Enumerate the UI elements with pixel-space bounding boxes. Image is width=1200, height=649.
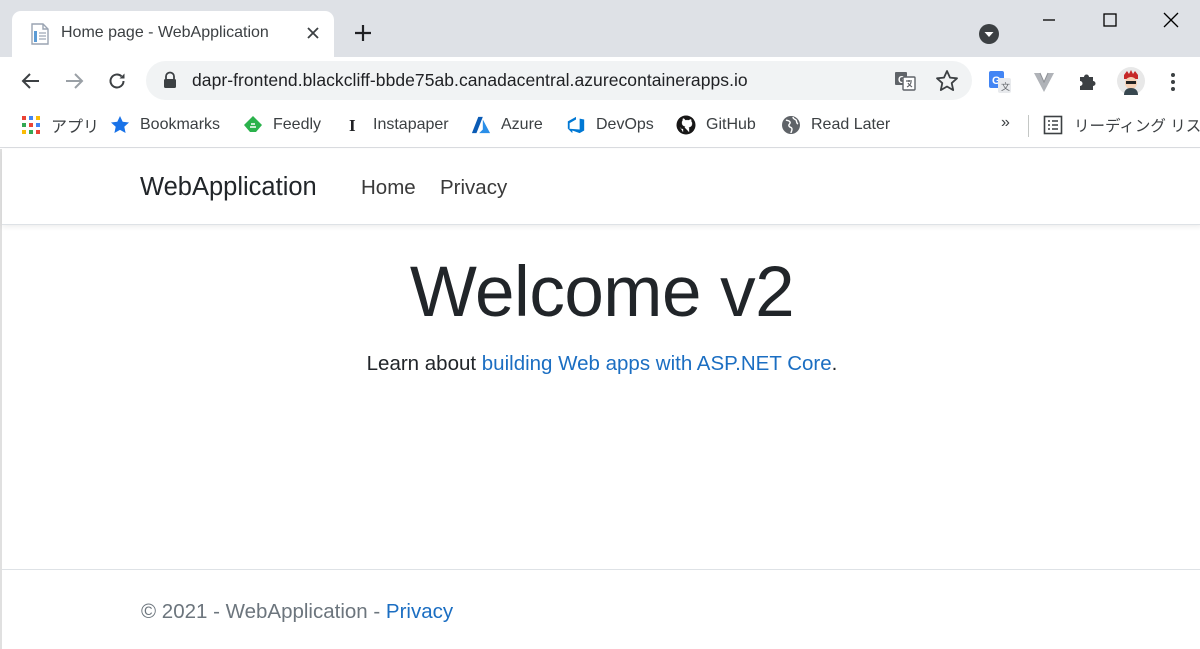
footer-privacy-link[interactable]: Privacy (386, 600, 453, 623)
page-viewport: WebApplication Home Privacy Welcome v2 L… (0, 149, 1200, 649)
page-favicon-icon (30, 23, 50, 45)
instapaper-icon: I (343, 115, 363, 135)
browser-menu-icon[interactable] (1160, 69, 1186, 95)
page-title: Welcome v2 (409, 253, 795, 332)
devops-icon (566, 115, 586, 135)
bookmark-label: Bookmarks (140, 116, 221, 133)
forward-arrow-icon[interactable] (59, 66, 89, 96)
footer-text: © 2021 - WebApplication - Privacy (141, 600, 453, 624)
intro-prefix: Learn about (366, 352, 482, 375)
svg-text:I: I (349, 116, 356, 135)
azure-icon (471, 115, 491, 135)
bookmark-label: アプリ (51, 119, 100, 136)
github-icon (676, 115, 696, 135)
reading-list-icon (1043, 115, 1063, 135)
bookmark-label: DevOps (596, 116, 654, 133)
reading-list-label: リーディング リスト (1074, 118, 1200, 135)
apps-grid-icon (21, 115, 41, 135)
back-arrow-icon[interactable] (16, 66, 46, 96)
tab-title: Home page - WebApplication (61, 24, 269, 41)
address-bar[interactable]: dapr-frontend.blackcliff-bbde75ab.canada… (146, 61, 972, 100)
bookmark-instapaper[interactable]: I Instapaper (343, 112, 449, 138)
bookmark-bookmarks[interactable]: Bookmarks (110, 112, 220, 138)
reload-icon[interactable] (102, 66, 132, 96)
bookmark-label: GitHub (706, 116, 756, 133)
footer-copyright: © 2021 - WebApplication - (141, 600, 386, 623)
extensions-puzzle-icon[interactable] (1074, 69, 1100, 95)
more-bookmarks-chevron-icon[interactable]: » (1001, 114, 1010, 132)
bookmark-label: Instapaper (373, 116, 449, 133)
tab-search-icon[interactable] (977, 22, 1001, 46)
reading-list-button[interactable]: リーディング リスト (1043, 112, 1200, 138)
site-footer: © 2021 - WebApplication - Privacy (2, 569, 1200, 649)
bookmark-github[interactable]: GitHub (676, 112, 756, 138)
bookmark-devops[interactable]: DevOps (566, 112, 654, 138)
nav-link-home[interactable]: Home (361, 176, 416, 200)
window-close-icon[interactable] (1140, 0, 1200, 40)
star-icon (110, 115, 130, 135)
window-maximize-icon[interactable] (1079, 0, 1141, 40)
bookmark-apps[interactable]: アプリ (21, 112, 99, 138)
tab-close-icon[interactable] (300, 20, 326, 46)
window-minimize-icon[interactable] (1018, 0, 1080, 40)
svg-text:文: 文 (1001, 81, 1010, 92)
tab-strip: Home page - WebApplication (0, 0, 1200, 57)
bookmark-label: Azure (501, 116, 543, 133)
aspnet-docs-link[interactable]: building Web apps with ASP.NET Core (482, 352, 832, 375)
google-translate-extension-icon[interactable]: G文 (987, 69, 1013, 95)
intro-text: Learn about building Web apps with ASP.N… (2, 352, 1200, 376)
bookmark-feedly[interactable]: Feedly (243, 112, 321, 138)
bookmark-read-later[interactable]: Read Later (781, 112, 890, 138)
site-brand-link[interactable]: WebApplication (140, 173, 317, 202)
bookmark-star-icon[interactable] (934, 68, 960, 94)
intro-suffix: . (831, 352, 838, 375)
bookmarks-bar: アプリ Bookmarks Feedly I Instapaper Azure … (0, 104, 1200, 148)
nav-link-privacy[interactable]: Privacy (440, 176, 507, 200)
bookmark-azure[interactable]: Azure (471, 112, 543, 138)
vivaldi-v-extension-icon[interactable] (1031, 69, 1057, 95)
bookmark-label: Read Later (811, 116, 891, 133)
profile-avatar-icon[interactable] (1117, 67, 1145, 95)
globe-icon (781, 115, 801, 135)
translate-icon[interactable]: G (892, 68, 918, 94)
url-text[interactable]: dapr-frontend.blackcliff-bbde75ab.canada… (192, 70, 748, 91)
bookmark-label: Feedly (273, 116, 322, 133)
browser-tab-active[interactable]: Home page - WebApplication (12, 11, 334, 57)
bookmarks-divider (1028, 115, 1029, 137)
feedly-icon (243, 115, 263, 135)
browser-toolbar: dapr-frontend.blackcliff-bbde75ab.canada… (0, 57, 1200, 104)
lock-icon[interactable] (162, 71, 178, 89)
site-navbar: WebApplication Home Privacy (2, 149, 1200, 225)
new-tab-icon[interactable] (348, 18, 378, 48)
